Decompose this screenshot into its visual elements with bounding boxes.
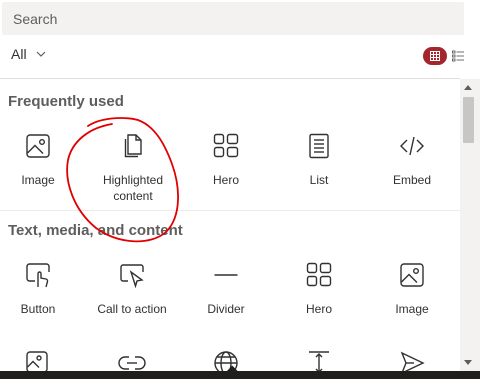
grid-view-button[interactable] (423, 47, 447, 65)
call-to-action-icon (118, 261, 146, 289)
button-icon (24, 261, 52, 289)
tile-label: Image (21, 173, 55, 187)
image-icon (24, 132, 52, 160)
tile-divider[interactable]: Divider (180, 261, 272, 317)
tile-button[interactable]: Button (0, 261, 84, 317)
tile-label: List (309, 173, 329, 187)
filter-value: All (11, 46, 27, 62)
list-view-button[interactable] (451, 49, 465, 63)
highlighted-content-icon (119, 132, 147, 160)
tile-label: Embed (392, 173, 432, 187)
tile-label: Highlighted content (102, 173, 164, 203)
tile-image[interactable]: Image (0, 132, 84, 188)
search-box[interactable] (2, 2, 464, 35)
tile-label: Hero (212, 173, 239, 187)
tile-image[interactable]: Image (366, 261, 458, 317)
tile-call-to-action[interactable]: Call to action (86, 261, 178, 317)
search-input[interactable] (11, 9, 455, 28)
scroll-down-icon[interactable] (464, 360, 472, 365)
list-view-icon (452, 50, 464, 62)
bottom-edge (0, 371, 480, 379)
view-toggle (423, 47, 465, 65)
tile-label: Image (395, 302, 429, 316)
tile-label: Hero (305, 302, 332, 316)
filter-dropdown[interactable]: All (11, 46, 46, 62)
toolbar-divider (0, 78, 460, 79)
tile-label: Button (20, 302, 56, 316)
grid-icon (430, 51, 440, 61)
chevron-down-icon (36, 51, 45, 57)
annotation-circle (66, 117, 179, 243)
section-title-text-media-content: Text, media, and content (8, 222, 183, 239)
scroll-up-icon[interactable] (464, 85, 472, 90)
tile-label: Call to action (97, 302, 167, 316)
tile-embed[interactable]: Embed (366, 132, 458, 188)
section-divider (0, 210, 460, 211)
divider-icon (212, 261, 240, 289)
section-title-frequently-used: Frequently used (8, 93, 124, 110)
tile-label: Divider (207, 302, 245, 316)
scroll-thumb[interactable] (463, 97, 474, 143)
embed-icon (398, 132, 426, 160)
image-icon (398, 261, 426, 289)
list-icon (305, 132, 333, 160)
tile-hero[interactable]: Hero (180, 132, 272, 188)
hero-icon (305, 261, 333, 289)
hero-icon (212, 132, 240, 160)
tile-hero[interactable]: Hero (273, 261, 365, 317)
tile-highlighted-content[interactable]: Highlighted content (87, 132, 179, 204)
scrollbar[interactable] (460, 79, 480, 371)
tile-list[interactable]: List (273, 132, 365, 188)
